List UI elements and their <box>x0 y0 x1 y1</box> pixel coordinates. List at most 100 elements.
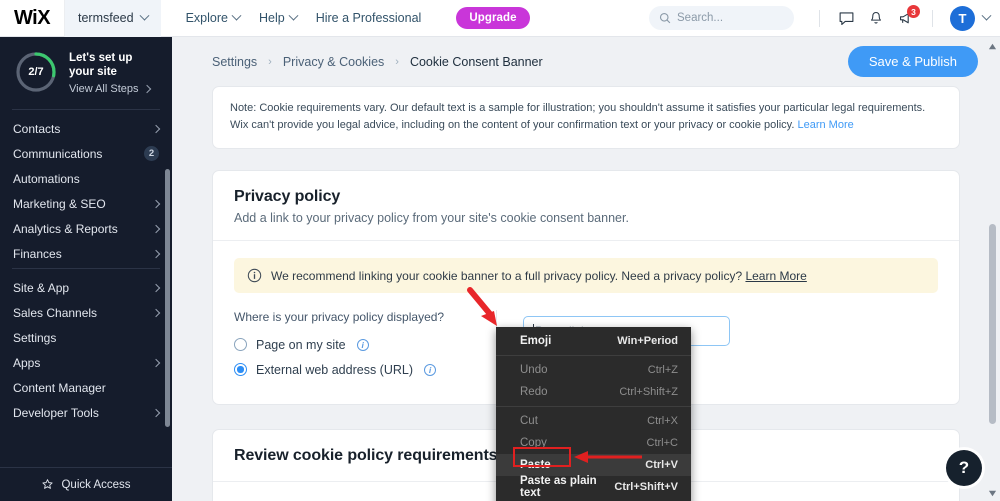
sidebar-item-sales-channels[interactable]: Sales Channels <box>0 300 172 325</box>
recommendation-banner: We recommend linking your cookie banner … <box>234 258 938 293</box>
sidebar-item-analytics-reports[interactable]: Analytics & Reports <box>0 216 172 241</box>
menu-separator <box>496 355 691 356</box>
menu-item-shortcut: Ctrl+X <box>647 415 678 427</box>
search-icon <box>659 12 671 24</box>
sidebar: 2/7 Let's set up your site View All Step… <box>0 37 172 501</box>
menu-item-shortcut: Ctrl+Shift+V <box>614 481 678 493</box>
setup-title: Let's set up your site <box>69 52 133 78</box>
sidebar-item-apps[interactable]: Apps <box>0 350 172 375</box>
wix-dashboard-page: WiX termsfeed Explore Help Hire a Profes… <box>0 0 1000 501</box>
chat-icon[interactable] <box>831 3 861 33</box>
menu-item-shortcut: Ctrl+V <box>645 459 678 471</box>
privacy-policy-header: Privacy policy Add a link to your privac… <box>213 171 959 241</box>
context-menu-item-paste[interactable]: Paste Ctrl+V <box>496 454 691 476</box>
sidebar-item-communications[interactable]: Communications 2 <box>0 141 172 166</box>
sidebar-item-automations[interactable]: Automations <box>0 166 172 191</box>
wix-logo[interactable]: WiX <box>0 7 64 30</box>
breadcrumb-item-settings[interactable]: Settings <box>212 55 257 69</box>
menu-item-shortcut: Ctrl+Shift+Z <box>619 386 678 398</box>
menu-separator <box>496 406 691 407</box>
context-menu-item-copy[interactable]: Copy Ctrl+C <box>496 432 691 454</box>
sidebar-item-label: Finances <box>13 246 62 261</box>
main-scrollbar[interactable] <box>989 224 996 424</box>
nav-item-explore[interactable]: Explore <box>186 10 242 25</box>
chevron-right-icon <box>151 308 161 317</box>
chevron-right-icon <box>151 283 161 292</box>
upgrade-button[interactable]: Upgrade <box>456 7 530 29</box>
sidebar-group-secondary: Site & App Sales Channels Settings Apps … <box>0 275 172 425</box>
context-menu-item-emoji[interactable]: Emoji Win+Period <box>496 330 691 352</box>
menu-item-label: Cut <box>520 415 538 427</box>
breadcrumb-bar: Settings › Privacy & Cookies › Cookie Co… <box>172 37 1000 86</box>
bell-icon[interactable] <box>861 3 891 33</box>
chevron-down-icon[interactable] <box>981 10 992 21</box>
setup-progress-block: 2/7 Let's set up your site View All Step… <box>0 37 172 107</box>
setup-text: Let's set up your site View All Steps <box>69 50 158 95</box>
avatar[interactable]: T <box>950 5 975 31</box>
sidebar-item-settings[interactable]: Settings <box>0 325 172 350</box>
context-menu-item-undo[interactable]: Undo Ctrl+Z <box>496 359 691 381</box>
divider <box>932 9 933 27</box>
nav-item-hire-a-professional[interactable]: Hire a Professional <box>316 11 422 25</box>
radio-button[interactable] <box>234 363 247 376</box>
sidebar-item-label: Analytics & Reports <box>13 221 118 236</box>
save-and-publish-button[interactable]: Save & Publish <box>847 46 978 77</box>
menu-item-label: Copy <box>520 437 547 449</box>
chevron-right-icon <box>151 224 161 233</box>
sidebar-item-label: Sales Channels <box>13 305 98 320</box>
sidebar-item-marketing-seo[interactable]: Marketing & SEO <box>0 191 172 216</box>
chevron-right-icon <box>142 84 151 94</box>
sidebar-item-finances[interactable]: Finances <box>0 241 172 266</box>
chevron-right-icon <box>151 358 161 367</box>
nav-label: Hire a Professional <box>315 11 422 25</box>
menu-item-label: Paste as plain text <box>520 475 597 499</box>
sidebar-item-content-manager[interactable]: Content Manager <box>0 375 172 400</box>
context-menu-item-redo[interactable]: Redo Ctrl+Shift+Z <box>496 381 691 403</box>
sidebar-item-contacts[interactable]: Contacts <box>0 116 172 141</box>
legal-note-learn-more-link[interactable]: Learn More <box>797 119 853 131</box>
chevron-down-icon <box>139 10 150 21</box>
breadcrumb-item-cookie-consent-banner[interactable]: Cookie Consent Banner <box>410 55 543 69</box>
chevron-down-icon <box>288 10 299 21</box>
privacy-policy-options-column: Where is your privacy policy displayed? … <box>234 310 484 382</box>
context-menu-item-paste-as-plain-text[interactable]: Paste as plain text Ctrl+Shift+V <box>496 475 691 499</box>
chevron-right-icon <box>151 249 161 258</box>
menu-item-shortcut: Ctrl+Z <box>647 364 678 376</box>
radio-option-external-web-address[interactable]: External web address (URL) i <box>234 357 484 382</box>
site-selector[interactable]: termsfeed <box>64 0 161 37</box>
menu-item-label: Undo <box>520 364 548 376</box>
view-all-steps-link[interactable]: View All Steps <box>69 83 158 95</box>
quick-access-button[interactable]: Quick Access <box>0 467 172 501</box>
sidebar-item-label: Developer Tools <box>13 405 99 420</box>
recommendation-learn-more-link[interactable]: Learn More <box>745 269 806 283</box>
megaphone-icon[interactable]: 3 <box>891 3 921 33</box>
sidebar-item-label: Automations <box>13 171 80 186</box>
top-nav: Explore Help Hire a Professional Upgrade <box>186 7 530 29</box>
radio-option-page-on-my-site[interactable]: Page on my site i <box>234 332 484 357</box>
help-button[interactable]: ? <box>946 450 982 486</box>
breadcrumb-separator: › <box>268 55 272 68</box>
search-placeholder: Search... <box>677 12 724 24</box>
privacy-policy-title: Privacy policy <box>234 188 341 205</box>
scroll-down-arrow[interactable] <box>988 489 997 498</box>
menu-item-label: Emoji <box>520 335 552 347</box>
info-icon[interactable]: i <box>356 338 369 351</box>
sidebar-item-developer-tools[interactable]: Developer Tools <box>0 400 172 425</box>
recommendation-text: We recommend linking your cookie banner … <box>271 268 746 283</box>
radio-button[interactable] <box>234 338 247 351</box>
scroll-up-arrow[interactable] <box>988 42 997 51</box>
info-icon[interactable]: i <box>424 363 437 376</box>
breadcrumb-item-privacy-cookies[interactable]: Privacy & Cookies <box>283 55 384 69</box>
legal-note-card: Note: Cookie requirements vary. Our defa… <box>212 86 960 149</box>
breadcrumb: Settings › Privacy & Cookies › Cookie Co… <box>212 55 543 69</box>
sidebar-item-label: Communications <box>13 146 103 161</box>
sidebar-scrollbar[interactable] <box>165 169 170 427</box>
context-menu-item-cut[interactable]: Cut Ctrl+X <box>496 410 691 432</box>
menu-item-label: Paste <box>520 459 551 471</box>
sidebar-item-label: Site & App <box>13 280 70 295</box>
nav-item-help[interactable]: Help <box>259 10 299 25</box>
search-input[interactable]: Search... <box>649 6 794 30</box>
sidebar-item-site-app[interactable]: Site & App <box>0 275 172 300</box>
star-icon <box>42 479 54 489</box>
sidebar-item-label: Contacts <box>13 121 61 136</box>
